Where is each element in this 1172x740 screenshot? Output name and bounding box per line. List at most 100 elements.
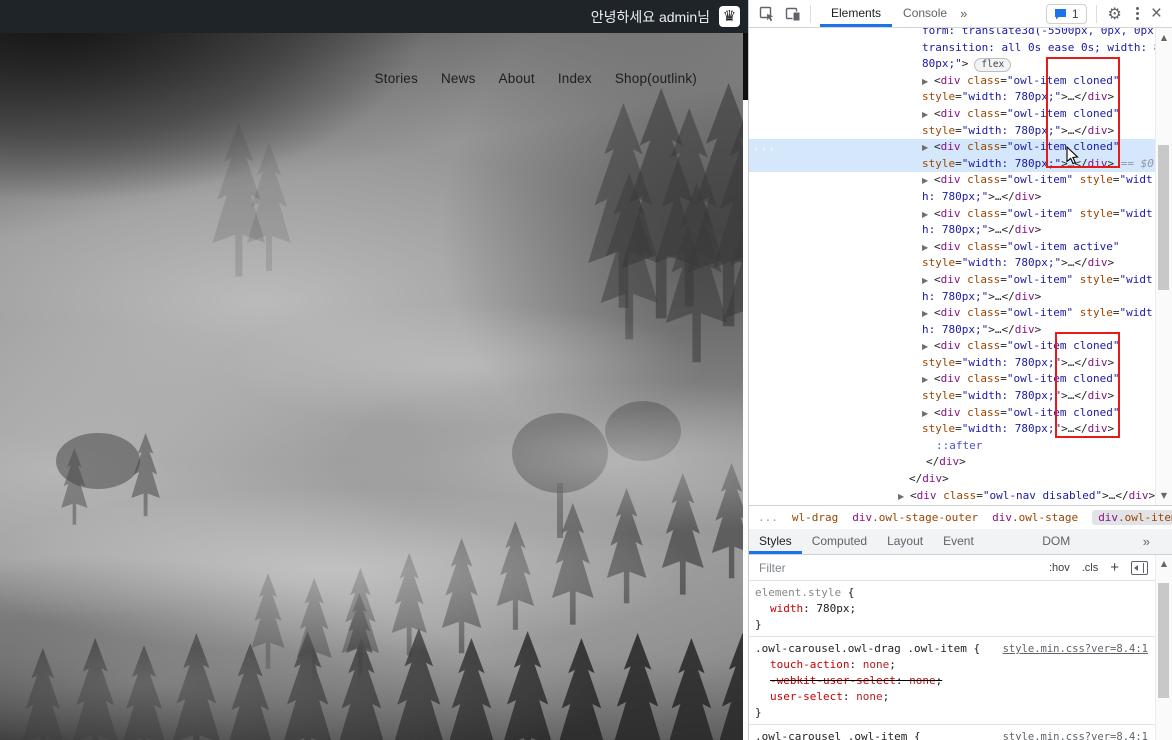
breadcrumb: ... wl-drag div.owl-stage-outer div.owl-st… (749, 505, 1172, 529)
css-declaration[interactable]: -webkit-user-select: none; (755, 673, 1156, 689)
rule-selector[interactable]: element.style (755, 586, 841, 599)
dom-tree-line[interactable]: </div> (749, 454, 1156, 471)
scrollbar-thumb[interactable] (1158, 145, 1169, 290)
dom-tree-line[interactable]: ▶ <div class="owl-item" style="widt (749, 172, 1156, 189)
dom-tree-line[interactable]: transition: all 0s ease 0s; width: 85 (749, 40, 1167, 57)
sidebar-tab-layout[interactable]: Layout (877, 529, 933, 554)
dom-tree-line[interactable]: ▶ <div class="owl-item cloned" (749, 73, 1156, 90)
css-declaration[interactable]: user-select: none; (755, 689, 1156, 705)
expand-arrow-icon[interactable]: ▶ (898, 489, 910, 505)
dom-tree-line[interactable]: style="width: 780px;">…</div> == $0 (749, 155, 1156, 173)
sidebar-tab-styles[interactable]: Styles (749, 529, 802, 554)
expand-arrow-icon[interactable]: ▶ (922, 273, 934, 290)
sidebar-tab-computed[interactable]: Computed (802, 529, 877, 554)
dom-tree-line[interactable]: style="width: 780px;">…</div> (749, 388, 1156, 405)
dom-tree-line[interactable]: 80px;"> flex (749, 56, 1156, 73)
breadcrumb-item[interactable]: wl-drag (792, 511, 838, 524)
dom-tree-line[interactable]: ::after (749, 438, 1156, 455)
expand-arrow-icon[interactable]: ▶ (922, 140, 934, 157)
console-message-badge[interactable]: 1 (1045, 3, 1087, 24)
dom-tree-line[interactable]: style="width: 780px;">…</div> (749, 123, 1156, 140)
expand-arrow-icon[interactable]: ▶ (922, 339, 934, 356)
dom-tree-line[interactable]: style="width: 780px;">…</div> (749, 421, 1156, 438)
breadcrumb-item[interactable]: div.owl-item.cloned (1092, 510, 1172, 525)
tab-console[interactable]: Console (892, 0, 958, 27)
dom-tree-line[interactable]: style="width: 780px;">…</div> (749, 355, 1156, 372)
tab-elements[interactable]: Elements (820, 0, 893, 27)
dom-tree-line[interactable]: ▶ <div class="owl-item" style="widt (749, 206, 1156, 223)
styles-toggle-[interactable]: + (1110, 559, 1119, 576)
nav-item-index[interactable]: Index (558, 71, 592, 86)
toggle-sidebar-icon[interactable] (1131, 560, 1148, 575)
admin-crown-icon[interactable]: ♛ (719, 6, 740, 27)
dom-tree-line[interactable]: </div> (749, 471, 1156, 488)
expand-arrow-icon[interactable]: ▶ (922, 240, 934, 257)
styles-filter-input[interactable] (749, 559, 1049, 576)
more-tabs-chevron[interactable]: » (960, 6, 967, 21)
nav-item-about[interactable]: About (499, 71, 535, 86)
device-toolbar-icon[interactable] (785, 6, 801, 22)
sidebar-tab-dom-breakpoints[interactable]: DOM Breakpoints (1032, 529, 1143, 573)
sidebar-tab-event-listeners[interactable]: Event Listeners (933, 529, 1032, 573)
breadcrumb-item[interactable]: div.owl-stage-outer (852, 511, 978, 524)
styles-toggle-cls[interactable]: .cls (1082, 562, 1099, 574)
hero-photo: Stories News About Index Shop(outlink) (0, 33, 743, 740)
dom-tree-line[interactable]: ▶ <div class="owl-item cloned" (749, 371, 1156, 388)
dom-tree-line[interactable]: style="width: 780px;">…</div> (749, 255, 1156, 272)
inspect-element-icon[interactable] (759, 6, 775, 22)
expand-arrow-icon[interactable]: ▶ (922, 207, 934, 224)
dom-tree-line[interactable]: h: 780px;">…</div> (749, 322, 1156, 339)
nav-item-stories[interactable]: Stories (375, 71, 418, 86)
admin-greeting: 안녕하세요 admin님 (590, 8, 710, 25)
expand-arrow-icon[interactable]: ▶ (922, 306, 934, 323)
dom-tree-line[interactable]: ▶ <div class="owl-item cloned" (749, 338, 1156, 355)
speech-bubble-icon (1054, 8, 1066, 19)
expand-arrow-icon[interactable]: ▶ (922, 74, 934, 91)
kebab-menu-icon[interactable] (1135, 7, 1139, 20)
breadcrumb-item[interactable]: div.owl-stage (992, 511, 1078, 524)
stylesheet-link[interactable]: style.min.css?ver=8.4:1 (1003, 641, 1148, 657)
dom-tree-line[interactable]: ▶ <div class="owl-item cloned" (749, 405, 1156, 422)
css-declaration[interactable]: touch-action: none; (755, 657, 1156, 673)
dom-tree-line[interactable]: ▶ <div class="owl-item" style="widt (749, 305, 1156, 322)
expand-arrow-icon[interactable]: ▶ (922, 406, 934, 423)
css-rule: style.min.css?ver=8.4:1 .owl-carousel .ow… (749, 725, 1156, 740)
toolbar-divider (1095, 4, 1097, 23)
breadcrumb-overflow-left[interactable]: ... (758, 511, 778, 524)
nav-item-shop-outlink-[interactable]: Shop(outlink) (615, 71, 697, 86)
css-rule: style.min.css?ver=8.4:1 .owl-carousel.owl… (749, 637, 1156, 725)
dom-tree-line[interactable]: style="width: 780px;">…</div> (749, 89, 1156, 106)
dom-tree-line[interactable]: ▶ <div class="owl-item cloned" (749, 106, 1156, 123)
styles-toggle-hov[interactable]: :hov (1049, 562, 1070, 574)
dom-tree-line[interactable]: ... ▶ <div class="owl-item cloned" (749, 139, 1156, 156)
dom-tree-line[interactable]: ▶ <div class="owl-nav disabled">…</div> (749, 488, 1156, 505)
expand-arrow-icon[interactable]: ▶ (922, 107, 934, 124)
scrollbar-thumb[interactable] (1158, 583, 1169, 698)
devtools-panel: Elements Console » 1 ⚙ × form: translate3… (748, 0, 1172, 740)
flex-badge[interactable]: flex (974, 58, 1012, 73)
styles-rules-pane: element.style {width: 780px;} style.min.c… (749, 581, 1156, 740)
rule-selector[interactable]: .owl-carousel .owl-item (755, 730, 907, 740)
styles-scrollbar[interactable]: ▲ (1155, 555, 1172, 740)
stylesheet-link[interactable]: style.min.css?ver=8.4:1 (1003, 729, 1148, 740)
expand-arrow-icon[interactable]: ▶ (922, 372, 934, 389)
dom-tree: form: translate3d(-5500px, 0px, 0px); tra… (749, 28, 1167, 505)
scroll-down-icon[interactable]: ▼ (1156, 491, 1172, 500)
dom-tree-line[interactable]: h: 780px;">…</div> (749, 289, 1156, 306)
dom-tree-line[interactable]: h: 780px;">…</div> (749, 222, 1156, 239)
nav-item-news[interactable]: News (441, 71, 476, 86)
expand-arrow-icon[interactable]: ▶ (922, 173, 934, 190)
scroll-up-icon[interactable]: ▲ (1156, 33, 1172, 42)
admin-bar: 안녕하세요 admin님 ♛ (0, 0, 748, 33)
rule-selector[interactable]: .owl-carousel.owl-drag .owl-item (755, 642, 967, 655)
settings-gear-icon[interactable]: ⚙ (1108, 4, 1122, 23)
dom-tree-line[interactable]: h: 780px;">…</div> (749, 189, 1156, 206)
elements-scrollbar[interactable]: ▲ ▼ (1155, 28, 1172, 505)
scroll-up-icon[interactable]: ▲ (1156, 559, 1172, 568)
sidebar-more-tabs-chevron[interactable]: » (1143, 534, 1150, 549)
dom-tree-line[interactable]: form: translate3d(-5500px, 0px, 0px); (749, 28, 1167, 40)
css-declaration[interactable]: width: 780px; (755, 601, 1156, 617)
dom-tree-line[interactable]: ▶ <div class="owl-item active" (749, 239, 1156, 256)
close-devtools-icon[interactable]: × (1151, 4, 1162, 23)
dom-tree-line[interactable]: ▶ <div class="owl-item" style="widt (749, 272, 1156, 289)
